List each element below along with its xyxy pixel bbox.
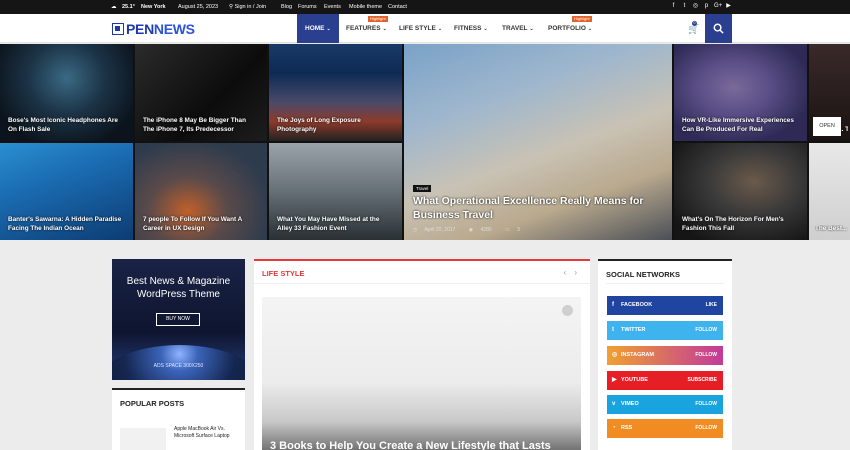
instagram-icon[interactable]: ◎ (692, 3, 699, 10)
topbar-link-events[interactable]: Events (324, 4, 341, 10)
chevron-down-icon: ⌄ (483, 26, 488, 32)
popular-post-link[interactable]: Apple MacBook Air Vs. Microsoft Surface … (174, 426, 240, 440)
site-logo[interactable]: PENNEWS (112, 21, 195, 37)
open-panel-button[interactable]: OPEN (813, 117, 841, 136)
featured-meta: ◷ April 20, 2017 ◉ 4280 ▭ 3 (413, 227, 520, 233)
post-thumbnail[interactable] (120, 428, 166, 450)
grid-tile-8[interactable]: What You May Have Missed at the Alley 33… (269, 143, 402, 240)
temperature: 25.1° (122, 4, 135, 10)
eye-icon: ◉ (468, 227, 474, 233)
google-plus-icon[interactable]: G+ (714, 3, 722, 10)
pinterest-icon[interactable]: p (703, 3, 710, 10)
chevron-down-icon: ⌄ (326, 26, 331, 32)
chevron-down-icon: ⌄ (587, 26, 593, 32)
facebook-icon[interactable]: f (670, 3, 677, 10)
cart-count-badge: 0 (692, 21, 697, 26)
popular-posts-title: POPULAR POSTS (120, 399, 185, 408)
chevron-down-icon: ⌄ (529, 26, 534, 32)
top-bar: ☁ 25.1° New York August 25, 2023 ⚲ Sign … (0, 0, 850, 14)
nav-travel[interactable]: TRAVEL ⌄ (502, 14, 534, 43)
featured-tile[interactable]: Travel What Operational Excellence Reall… (404, 44, 672, 240)
lifestyle-post-title[interactable]: 3 Books to Help You Create a New Lifesty… (270, 440, 551, 450)
topbar-link-forums[interactable]: Forums (298, 4, 317, 10)
chevron-down-icon: ⌄ (382, 26, 387, 32)
nav-features-badge: Highlight (368, 16, 388, 22)
sign-in-link[interactable]: ⚲ Sign in / Join (229, 4, 266, 10)
nav-fitness[interactable]: FITNESS ⌄ (454, 14, 488, 43)
chevron-down-icon: ⌄ (437, 26, 443, 32)
life-style-section: LIFE STYLE ‹ › 3 Books to Help You Creat… (254, 259, 590, 450)
youtube-icon[interactable]: ▶ (725, 3, 732, 10)
social-title: SOCIAL NETWORKS (606, 270, 681, 279)
cloud-icon: ☁ (111, 4, 117, 10)
social-facebook-button[interactable]: f FACEBOOK LIKE (607, 296, 723, 315)
grid-tile-1[interactable]: Bose's Most Iconic Headphones Are On Fla… (0, 44, 133, 141)
clock-icon: ◷ (413, 227, 418, 233)
section-title[interactable]: LIFE STYLE (262, 269, 305, 278)
social-twitter-button[interactable]: t TWITTER FOLLOW (607, 321, 723, 340)
site-header: PENNEWS HOME ⌄ FEATURES ⌄ Highlight LIFE S… (0, 14, 850, 43)
grid-tile-3[interactable]: The Joys of Long Exposure Photography (269, 44, 402, 141)
youtube-icon: ▶ (612, 377, 617, 383)
social-instagram-button[interactable]: ◎ INSTAGRAM FOLLOW (607, 346, 723, 365)
category-tag[interactable]: Travel (413, 185, 432, 192)
grid-tile-6[interactable]: Banter's Sawarna: A Hidden Paradise Faci… (0, 143, 133, 240)
facebook-icon: f (612, 302, 614, 308)
slider-arrows[interactable]: ‹ › (563, 268, 580, 277)
twitter-icon: t (612, 327, 614, 333)
comment-icon: ▭ (505, 227, 510, 233)
nav-life-style[interactable]: LIFE STYLE ⌄ (399, 14, 442, 43)
logo-mark-icon (112, 23, 124, 35)
social-networks-widget: SOCIAL NETWORKS f FACEBOOK LIKE t TWITTE… (598, 259, 732, 450)
instagram-icon: ◎ (612, 352, 618, 358)
rss-icon: ◔ (612, 425, 616, 431)
image-icon (562, 305, 573, 316)
grid-tile-7[interactable]: 7 people To Follow If You Want A Career … (135, 143, 267, 240)
grid-tile-9[interactable]: What's On The Horizon For Men's Fashion … (674, 143, 807, 240)
search-button[interactable] (705, 14, 732, 43)
lifestyle-featured-post[interactable]: 3 Books to Help You Create a New Lifesty… (262, 297, 581, 450)
topbar-social-icons: f t ◎ p G+ ▶ (670, 3, 732, 10)
popular-posts-widget: POPULAR POSTS Apple MacBook Air Vs. Micr… (112, 388, 245, 450)
current-date: August 25, 2023 (178, 4, 219, 10)
ad-space-label: ADS SPACE 300X250 (153, 363, 204, 369)
nav-home[interactable]: HOME ⌄ (297, 14, 339, 43)
buy-now-button[interactable]: BUY NOW (156, 313, 200, 326)
grid-tile-10[interactable]: The Best... Tight H... (809, 143, 850, 240)
twitter-icon[interactable]: t (681, 3, 688, 10)
topbar-link-blog[interactable]: Blog (281, 4, 292, 10)
nav-portfolio-badge: Highlight (572, 16, 592, 22)
grid-tile-2[interactable]: The iPhone 8 May Be Bigger Than The iPho… (135, 44, 267, 141)
social-youtube-button[interactable]: ▶ YOUTUBE SUBSCRIBE (607, 371, 723, 390)
topbar-link-contact[interactable]: Contact (388, 4, 407, 10)
ad-banner[interactable]: Best News & Magazine WordPress Theme BUY… (112, 259, 245, 380)
topbar-link-mobile-theme[interactable]: Mobile theme (349, 4, 382, 10)
social-rss-button[interactable]: ◔ RSS FOLLOW (607, 419, 723, 438)
vimeo-icon: v (612, 401, 616, 407)
featured-grid: Bose's Most Iconic Headphones Are On Fla… (0, 44, 850, 240)
city: New York (141, 4, 166, 10)
featured-title[interactable]: What Operational Excellence Really Means… (413, 194, 663, 222)
grid-tile-4[interactable]: How VR-Like Immersive Experiences Can Be… (674, 44, 807, 141)
social-vimeo-button[interactable]: v VIMEO FOLLOW (607, 395, 723, 414)
search-icon (713, 23, 724, 34)
